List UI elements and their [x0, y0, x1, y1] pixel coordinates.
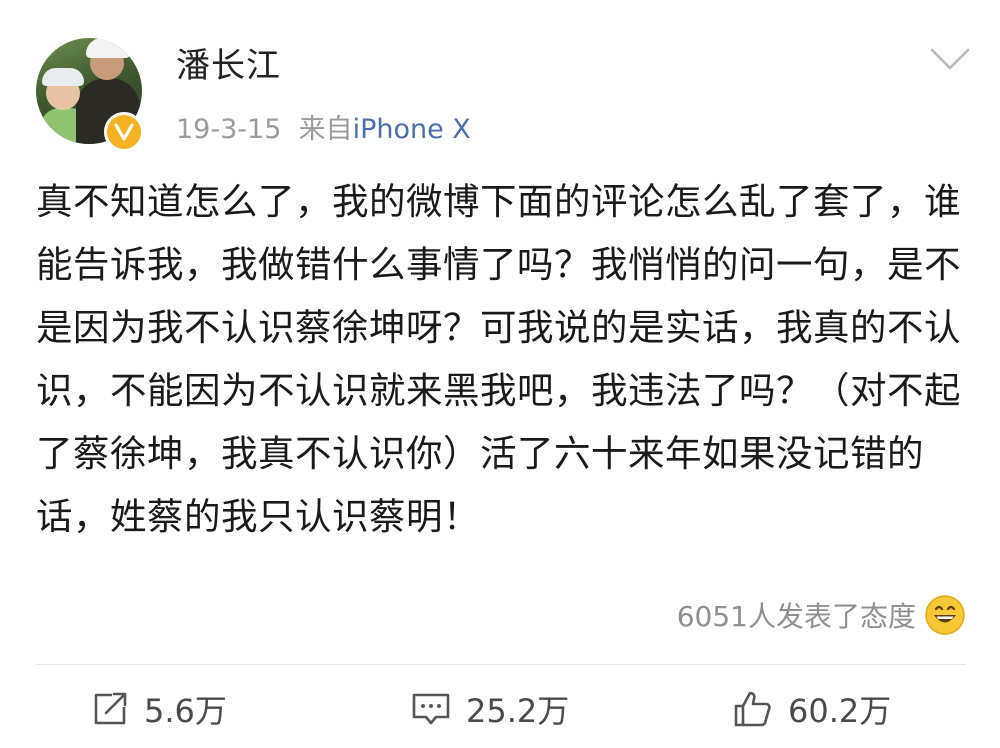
- divider: [36, 664, 966, 665]
- thumbs-up-icon: [734, 691, 771, 727]
- weibo-post: 潘长江 19-3-15 来自iPhone X 真不知道怎么了，我的微博下面的评论…: [0, 0, 1000, 748]
- grinning-face-emoji-icon: [925, 595, 965, 635]
- post-meta: 19-3-15 来自iPhone X: [176, 110, 471, 150]
- like-count: 60.2万: [788, 692, 892, 730]
- comment-icon: [412, 693, 450, 725]
- source-device[interactable]: iPhone X: [353, 114, 471, 145]
- verified-badge-icon: [104, 112, 144, 152]
- post-date: 19-3-15: [176, 114, 282, 145]
- post-text: 真不知道怎么了，我的微博下面的评论怎么乱了套了，谁能告诉我，我做错什么事情了吗？…: [36, 180, 961, 538]
- repost-button[interactable]: 5.6万: [90, 684, 227, 734]
- action-bar: 5.6万 25.2万 60.2万: [0, 670, 1000, 748]
- comment-count: 25.2万: [466, 692, 570, 730]
- chevron-down-icon[interactable]: [928, 44, 972, 74]
- avatar-kid-cap: [42, 68, 84, 86]
- source-prefix: 来自: [298, 114, 353, 145]
- reaction-count: 6051人发表了态度: [676, 600, 916, 633]
- like-button[interactable]: 60.2万: [732, 684, 891, 734]
- reaction-summary[interactable]: 6051人发表了态度: [677, 592, 966, 638]
- avatar-person-cap: [86, 38, 130, 58]
- repost-icon: [94, 692, 127, 725]
- repost-count: 5.6万: [144, 692, 227, 730]
- comment-button[interactable]: 25.2万: [410, 684, 569, 734]
- check-v-icon: [114, 123, 134, 141]
- author-name[interactable]: 潘长江: [176, 44, 281, 88]
